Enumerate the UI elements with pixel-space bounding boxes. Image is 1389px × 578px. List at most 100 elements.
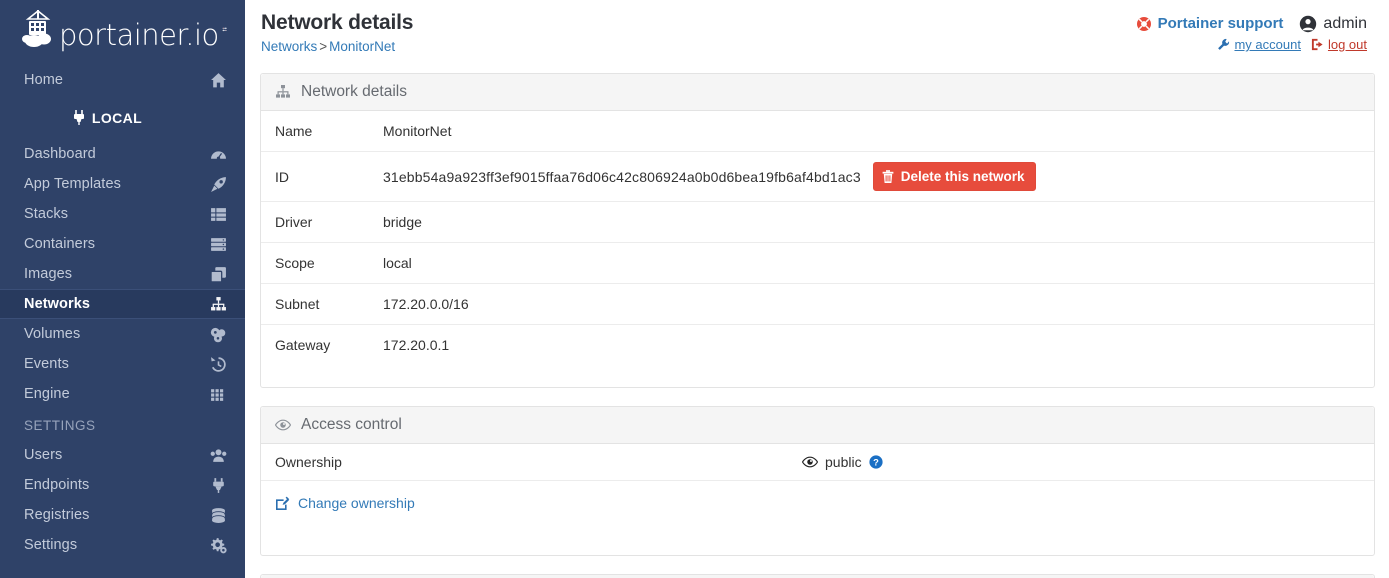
table-row: ID 31ebb54a9a923ff3ef9015ffaa76d06c42c80… <box>261 151 1374 202</box>
app-root: portainer.io Home LOCAL Dashboard App Te… <box>0 0 1389 578</box>
rocket-icon <box>211 176 226 192</box>
delete-network-button[interactable]: Delete this network <box>872 162 1036 191</box>
question-circle-icon[interactable]: ? <box>868 455 883 469</box>
network-details-body: Name MonitorNet ID 31ebb54a9a923ff3ef901… <box>261 111 1374 387</box>
sidebar-item-images[interactable]: Images <box>0 259 245 289</box>
history-clock-icon <box>211 356 226 372</box>
sidebar-item-users[interactable]: Users <box>0 440 245 470</box>
server-stack-icon <box>211 237 226 251</box>
network-id-value: 31ebb54a9a923ff3ef9015ffaa76d06c42c80692… <box>383 168 861 185</box>
sidebar-item-dashboard[interactable]: Dashboard <box>0 139 245 169</box>
breadcrumb-separator: > <box>319 39 328 54</box>
sidebar-item-stacks[interactable]: Stacks <box>0 199 245 229</box>
main-content: Network details Networks > MonitorNet Port… <box>245 0 1389 578</box>
page-header: Network details Networks > MonitorNet Port… <box>245 0 1389 57</box>
gears-icon <box>211 537 227 553</box>
sidebar-item-app-templates[interactable]: App Templates <box>0 169 245 199</box>
sidebar-item-settings[interactable]: Settings <box>0 530 245 560</box>
page-header-left: Network details Networks > MonitorNet <box>261 10 413 57</box>
breadcrumb-parent-link[interactable]: Networks <box>261 39 317 54</box>
delete-network-button-label: Delete this network <box>900 169 1025 184</box>
change-ownership-link[interactable]: Change ownership <box>261 481 1374 525</box>
row-value: 172.20.0.0/16 <box>369 283 1374 325</box>
sidebar-item-label: Dashboard <box>24 146 96 162</box>
table-row: Name MonitorNet <box>261 111 1374 152</box>
logout-link[interactable]: log out <box>1311 37 1367 52</box>
sitemap-network-icon <box>276 85 290 98</box>
life-ring-icon <box>1136 17 1151 31</box>
brand-logo-group[interactable]: portainer.io <box>20 8 222 50</box>
portainer-support-link[interactable]: Portainer support <box>1136 14 1283 34</box>
sidebar-item-label: App Templates <box>24 176 121 192</box>
sidebar-item-registries[interactable]: Registries <box>0 500 245 530</box>
row-key: Subnet <box>261 283 369 325</box>
user-info[interactable]: admin <box>1299 14 1367 34</box>
sidebar-item-label: Stacks <box>24 206 69 222</box>
table-row: Driver bridge <box>261 201 1374 243</box>
sidebar-item-engine[interactable]: Engine <box>0 379 245 409</box>
sidebar-item-label: Images <box>24 266 73 282</box>
exchange-arrows-icon[interactable] <box>222 18 227 40</box>
header-bottom-row: my account log out <box>1136 37 1367 52</box>
row-key: Scope <box>261 242 369 284</box>
logout-label: log out <box>1327 37 1367 52</box>
svg-text:?: ? <box>873 456 879 467</box>
sidebar-item-label: Events <box>24 356 69 372</box>
panel-title: Network details <box>301 83 407 100</box>
access-control-panel-header: Access control <box>261 407 1374 444</box>
sidebar-item-label: Volumes <box>24 326 81 342</box>
sitemap-network-icon <box>211 296 226 310</box>
my-account-link[interactable]: my account <box>1217 37 1301 52</box>
sidebar-item-label: Settings <box>24 537 78 553</box>
sidebar-item-endpoints[interactable]: Endpoints <box>0 470 245 500</box>
sidebar-item-home[interactable]: Home <box>0 65 245 95</box>
network-details-panel-header: Network details <box>261 74 1374 111</box>
row-key: ID <box>261 151 369 202</box>
containers-in-network-panel: Containers in network <box>260 574 1375 578</box>
panel-title: Access control <box>301 416 402 433</box>
database-registry-icon <box>211 507 226 523</box>
row-value: 172.20.0.1 <box>369 324 1374 365</box>
sign-out-icon <box>1311 38 1323 51</box>
volumes-icon <box>210 327 226 342</box>
eye-icon <box>802 456 818 468</box>
list-table-icon <box>211 207 226 221</box>
sidebar-item-label: Containers <box>24 236 96 252</box>
sidebar-item-containers[interactable]: Containers <box>0 229 245 259</box>
plug-icon <box>73 110 84 125</box>
grid-engine-icon <box>211 388 224 401</box>
breadcrumb: Networks > MonitorNet <box>261 37 413 57</box>
row-key: Gateway <box>261 324 369 365</box>
sidebar-main-nav: Dashboard App Templates Stacks Container… <box>0 139 245 409</box>
edit-pencil-icon <box>276 496 290 510</box>
sidebar-item-networks[interactable]: Networks <box>0 289 245 319</box>
panel-spacer <box>261 525 1374 555</box>
sidebar: portainer.io Home LOCAL Dashboard App Te… <box>0 0 245 578</box>
dashboard-tachometer-icon <box>211 150 226 160</box>
access-control-panel: Access control Ownership public ? Change… <box>260 406 1375 556</box>
sidebar-item-label: Engine <box>24 386 70 402</box>
network-details-table: Name MonitorNet ID 31ebb54a9a923ff3ef901… <box>261 111 1374 365</box>
user-circle-icon <box>1300 15 1317 33</box>
table-row: Subnet 172.20.0.0/16 <box>261 283 1374 325</box>
panel-spacer <box>261 365 1374 387</box>
sidebar-item-label: Users <box>24 447 63 463</box>
change-ownership-label: Change ownership <box>298 495 415 511</box>
user-name: admin <box>1323 15 1367 32</box>
content-area: Network details Name MonitorNet ID 31ebb… <box>245 57 1389 578</box>
access-control-body: Ownership public ? Change ownership <box>261 444 1374 555</box>
row-value: MonitorNet <box>383 123 452 139</box>
row-key: Name <box>275 123 313 139</box>
sidebar-item-label: Endpoints <box>24 477 90 493</box>
brand-name: portainer.io <box>59 17 219 52</box>
plug-icon <box>213 477 224 493</box>
sidebar-item-label: Home <box>24 72 64 88</box>
ownership-row: Ownership public ? <box>261 444 1374 481</box>
breadcrumb-current-link[interactable]: MonitorNet <box>329 39 395 54</box>
network-details-panel: Network details Name MonitorNet ID 31ebb… <box>260 73 1375 388</box>
sidebar-item-label: Networks <box>24 296 91 312</box>
sidebar-item-volumes[interactable]: Volumes <box>0 319 245 349</box>
sidebar-item-events[interactable]: Events <box>0 349 245 379</box>
trash-icon <box>882 169 894 183</box>
home-icon <box>211 72 226 87</box>
